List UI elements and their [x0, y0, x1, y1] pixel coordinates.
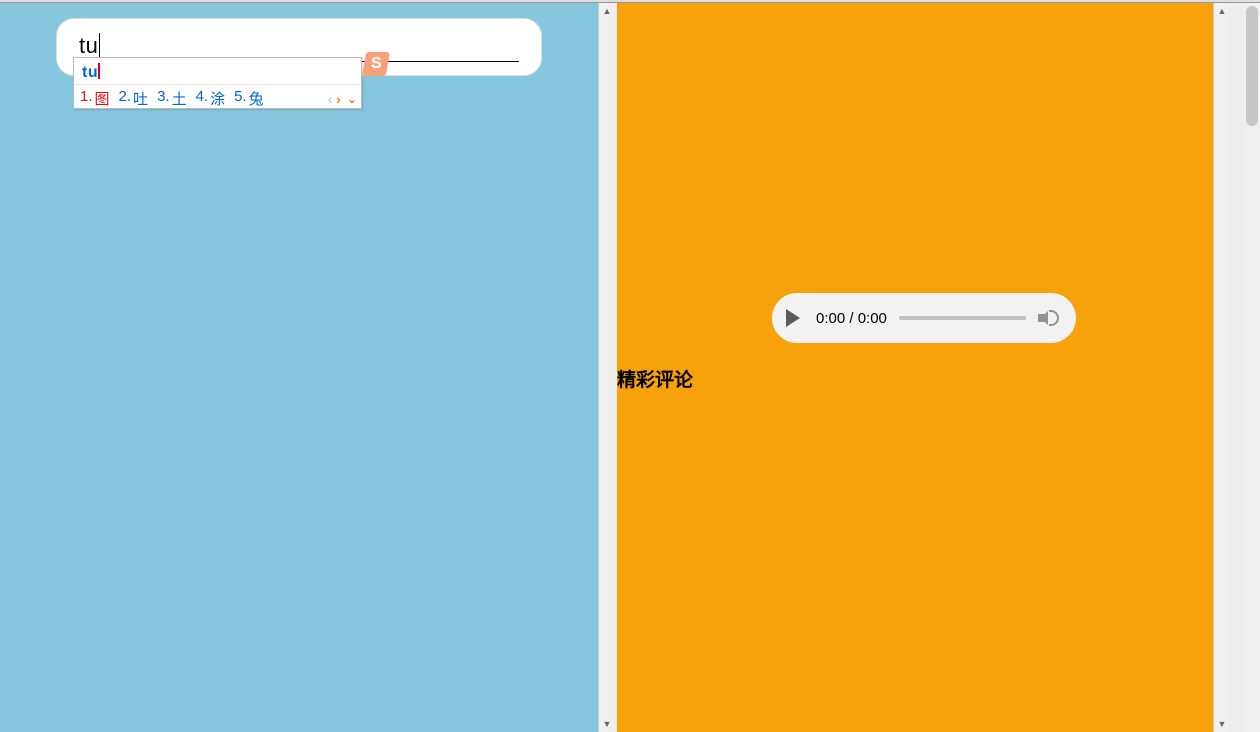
left-pane-content: tu S tu 1. 图 2. 吐: [0, 3, 598, 732]
ime-candidate-row: 1. 图 2. 吐 3. 土 4. 涂: [74, 85, 361, 109]
ime-candidate-num: 2.: [119, 88, 132, 109]
ime-candidate-4[interactable]: 4. 涂: [196, 88, 226, 109]
ime-prev-page[interactable]: ‹: [327, 91, 334, 107]
right-pane-content: 0:00 / 0:00 精彩评论 ▲ ▼: [617, 3, 1229, 732]
left-pane: tu S tu 1. 图 2. 吐: [0, 3, 614, 732]
ime-composition-caret: [98, 63, 100, 79]
ime-candidate-num: 1.: [80, 88, 93, 109]
play-icon[interactable]: [786, 309, 800, 327]
audio-player[interactable]: 0:00 / 0:00: [772, 293, 1076, 343]
right-pane: 0:00 / 0:00 精彩评论 ▲ ▼: [617, 3, 1260, 732]
ime-candidate-1[interactable]: 1. 图: [80, 88, 110, 109]
ime-page-nav: ‹ › ⌄: [327, 91, 357, 107]
ime-candidate-word: 涂: [210, 88, 225, 109]
scrollbar-down-icon[interactable]: ▼: [1214, 716, 1230, 732]
ime-next-page[interactable]: ›: [335, 91, 342, 107]
ime-composition: tu: [74, 58, 361, 85]
ime-candidate-panel: S tu 1. 图 2. 吐 3. 土: [73, 57, 362, 109]
ime-candidate-3[interactable]: 3. 土: [157, 88, 187, 109]
ime-menu-dropdown-icon[interactable]: ⌄: [344, 92, 357, 106]
right-inner-scrollbar[interactable]: ▲ ▼: [1213, 3, 1229, 732]
comments-heading: 精彩评论: [617, 365, 693, 392]
ime-candidate-2[interactable]: 2. 吐: [119, 88, 149, 109]
ime-candidate-num: 5.: [234, 88, 247, 109]
ime-candidate-5[interactable]: 5. 兔: [234, 88, 264, 109]
ime-candidate-num: 4.: [196, 88, 209, 109]
ime-candidate-word: 图: [95, 88, 110, 109]
scrollbar-thumb[interactable]: [1246, 6, 1258, 126]
volume-icon[interactable]: [1038, 308, 1058, 328]
ime-composition-text: tu: [82, 64, 98, 81]
ime-candidate-word: 土: [172, 88, 187, 109]
sogou-ime-logo: S: [362, 52, 390, 76]
ime-candidate-word: 吐: [133, 88, 148, 109]
scrollbar-thumb[interactable]: [601, 19, 613, 716]
search-input-value: tu: [79, 33, 98, 58]
right-outer-scrollbar[interactable]: [1244, 3, 1260, 732]
text-caret: [99, 33, 100, 57]
ime-candidate-word: 兔: [249, 88, 264, 109]
left-scrollbar[interactable]: ▲ ▼: [598, 3, 614, 732]
audio-time-display: 0:00 / 0:00: [816, 310, 887, 327]
scrollbar-down-icon[interactable]: ▼: [599, 716, 615, 732]
audio-seek-slider[interactable]: [899, 316, 1026, 320]
scrollbar-up-icon[interactable]: ▲: [599, 3, 615, 19]
sogou-ime-logo-letter: S: [371, 55, 382, 73]
ime-candidate-num: 3.: [157, 88, 170, 109]
scrollbar-up-icon[interactable]: ▲: [1214, 3, 1230, 19]
split-container: tu S tu 1. 图 2. 吐: [0, 3, 1260, 732]
